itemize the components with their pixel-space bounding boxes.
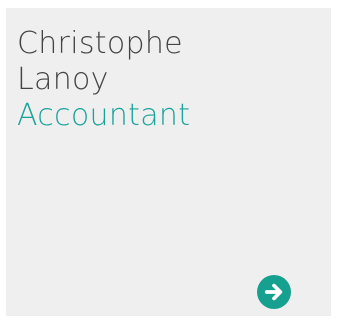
first-name: Christophe [17, 26, 183, 61]
view-profile-button[interactable] [257, 275, 291, 309]
job-title: Accountant [17, 98, 191, 133]
profile-card: Christophe Lanoy Accountant [6, 8, 331, 316]
last-name: Lanoy [17, 62, 109, 97]
arrow-right-icon [264, 283, 283, 301]
